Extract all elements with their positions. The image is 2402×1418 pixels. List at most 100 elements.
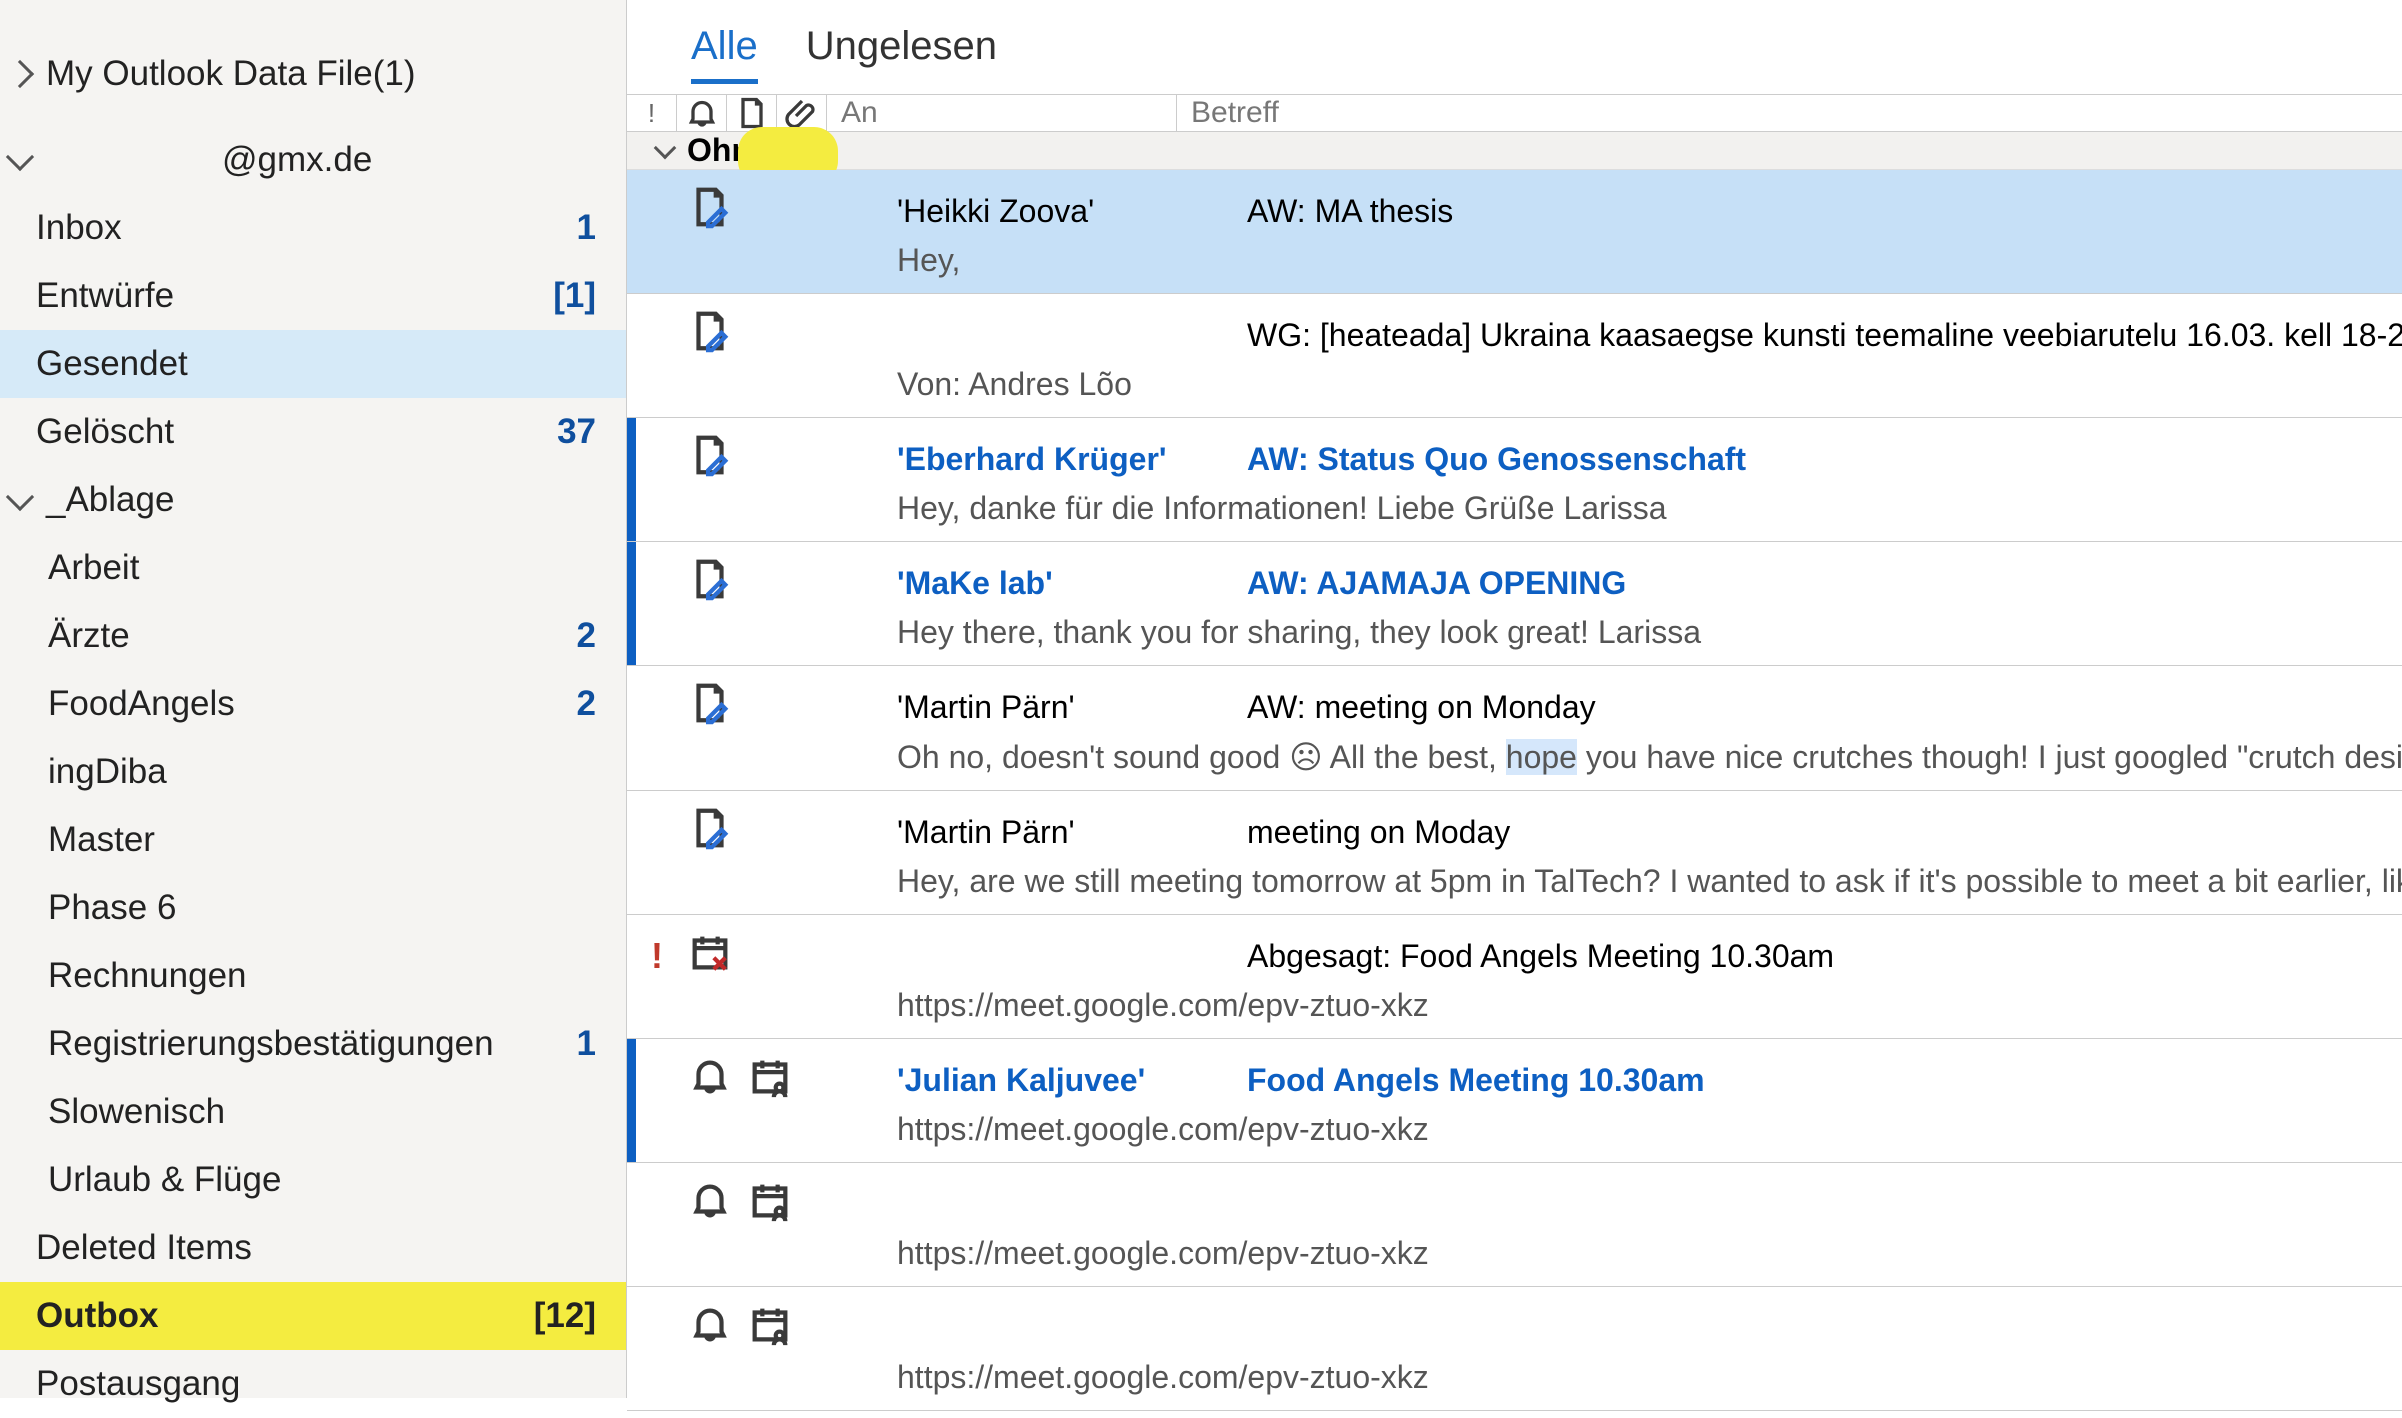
message-to: 'Heikki Zoova' xyxy=(897,193,1247,230)
message-preview: https://meet.google.com/epv-ztuo-xkz xyxy=(627,987,2402,1024)
draft-icon xyxy=(687,308,733,362)
row-icons xyxy=(687,1053,837,1107)
subfolder-count: 2 xyxy=(577,616,596,656)
row-icons xyxy=(687,805,837,859)
deleted-items-row[interactable]: Deleted Items xyxy=(0,1214,626,1282)
col-attachment[interactable] xyxy=(777,95,827,131)
subfolder-row[interactable]: FoodAngels2 xyxy=(0,670,626,738)
message-list-pane: Alle Ungelesen ! An Betreff xyxy=(627,0,2402,1398)
col-icon[interactable] xyxy=(727,95,777,131)
tab-unread[interactable]: Ungelesen xyxy=(806,24,997,84)
tab-all[interactable]: Alle xyxy=(691,24,758,84)
subfolder-row[interactable]: Slowenisch xyxy=(0,1078,626,1146)
subfolder-row[interactable]: Rechnungen xyxy=(0,942,626,1010)
message-to: 'Martin Pärn' xyxy=(897,814,1247,851)
message-row[interactable]: https://meet.google.com/epv-ztuo-xkz xyxy=(627,1163,2402,1287)
calendar-people-icon xyxy=(747,1177,793,1231)
subfolder-row[interactable]: Ärzte2 xyxy=(0,602,626,670)
folder-label: Entwürfe xyxy=(36,276,174,316)
message-row[interactable]: 'Julian Kaljuvee'Food Angels Meeting 10.… xyxy=(627,1039,2402,1163)
col-importance[interactable]: ! xyxy=(627,95,677,131)
col-subject[interactable]: Betreff xyxy=(1177,96,2402,130)
message-row[interactable]: ! Abgesagt: Food Angels Meeting 10.30am h… xyxy=(627,915,2402,1039)
message-row[interactable]: 'Martin Pärn'AW: meeting on MondayOh no,… xyxy=(627,666,2402,791)
message-subject: AW: meeting on Monday xyxy=(1247,689,2402,726)
subfolder-row[interactable]: ingDiba xyxy=(0,738,626,806)
account-row[interactable]: @gmx.de xyxy=(0,126,626,194)
draft-icon xyxy=(687,680,733,734)
calendar-people-icon xyxy=(747,1301,793,1355)
subfolder-label: Urlaub & Flüge xyxy=(48,1160,281,1200)
row-icons xyxy=(687,184,837,238)
outbox-label: Outbox xyxy=(36,1296,158,1336)
folder-count: 1 xyxy=(577,208,596,248)
row-icons xyxy=(687,556,837,610)
folder-label: Inbox xyxy=(36,208,122,248)
subfolder-label: Rechnungen xyxy=(48,956,247,996)
group-header[interactable]: Ohne xyxy=(627,132,2402,170)
draft-icon xyxy=(687,432,733,486)
bell-icon xyxy=(684,95,720,131)
calendar-people-icon xyxy=(747,1053,793,1107)
row-icons xyxy=(687,680,837,734)
col-reminder[interactable] xyxy=(677,95,727,131)
draft-icon xyxy=(687,805,733,859)
folder-count: 37 xyxy=(557,412,596,452)
subfolder-count: 1 xyxy=(577,1024,596,1064)
message-row[interactable]: 'Martin Pärn'meeting on ModayHey, are we… xyxy=(627,791,2402,915)
data-file-row[interactable]: My Outlook Data File(1) xyxy=(0,40,626,108)
message-subject: AW: AJAMAJA OPENING xyxy=(1247,565,2402,602)
subfolder-row[interactable]: Registrierungsbestätigungen1 xyxy=(0,1010,626,1078)
folder-count: [1] xyxy=(553,276,596,316)
folder-row[interactable]: Gelöscht37 xyxy=(0,398,626,466)
message-preview: https://meet.google.com/epv-ztuo-xkz xyxy=(627,1111,2402,1148)
draft-icon xyxy=(687,556,733,610)
message-row[interactable]: 'Heikki Zoova'AW: MA thesisHey, xyxy=(627,170,2402,294)
calendar-cancel-icon xyxy=(687,929,733,983)
row-icons xyxy=(687,432,837,486)
row-icons xyxy=(687,1301,837,1355)
subfolder-label: Phase 6 xyxy=(48,888,176,928)
folder-row[interactable]: Inbox 1 xyxy=(0,194,626,262)
postausgang-label: Postausgang xyxy=(36,1364,240,1404)
subfolder-row[interactable]: Arbeit xyxy=(0,534,626,602)
subfolder-row[interactable]: Phase 6 xyxy=(0,874,626,942)
message-preview: Hey there, thank you for sharing, they l… xyxy=(627,614,2402,651)
subfolder-label: Arbeit xyxy=(48,548,139,588)
subfolder-row[interactable]: Master xyxy=(0,806,626,874)
message-row[interactable]: 'MaKe lab'AW: AJAMAJA OPENINGHey there, … xyxy=(627,542,2402,666)
message-subject: AW: Status Quo Genossenschaft xyxy=(1247,441,2402,478)
search-highlight: hope xyxy=(1506,739,1577,775)
message-list: 'Heikki Zoova'AW: MA thesisHey, WG: [hea… xyxy=(627,170,2402,1411)
message-row[interactable]: 'Eberhard Krüger'AW: Status Quo Genossen… xyxy=(627,418,2402,542)
message-preview: Von: Andres Lõo xyxy=(627,366,2402,403)
folder-row[interactable]: Gesendet xyxy=(0,330,626,398)
chevron-down-icon xyxy=(6,143,34,171)
bell-icon xyxy=(687,1053,733,1107)
importance-flag: ! xyxy=(627,935,687,977)
subfolder-label: Master xyxy=(48,820,155,860)
page-icon xyxy=(734,95,770,131)
col-to[interactable]: An xyxy=(827,95,1177,131)
ablage-row[interactable]: _Ablage xyxy=(0,466,626,534)
message-subject: Abgesagt: Food Angels Meeting 10.30am xyxy=(1247,938,2402,975)
subfolder-label: Slowenisch xyxy=(48,1092,225,1132)
message-to: 'Eberhard Krüger' xyxy=(897,441,1247,478)
subfolder-count: 2 xyxy=(577,684,596,724)
subfolder-label: ingDiba xyxy=(48,752,167,792)
message-preview: Hey, are we still meeting tomorrow at 5p… xyxy=(627,863,2402,900)
account-label: @gmx.de xyxy=(222,140,372,180)
row-icons xyxy=(687,308,837,362)
folder-row[interactable]: Entwürfe [1] xyxy=(0,262,626,330)
bell-icon xyxy=(687,1177,733,1231)
message-to: 'Julian Kaljuvee' xyxy=(897,1062,1247,1099)
chevron-down-icon xyxy=(6,483,34,511)
draft-icon xyxy=(687,184,733,238)
message-row[interactable]: https://meet.google.com/epv-ztuo-xkz xyxy=(627,1287,2402,1411)
message-preview: https://meet.google.com/epv-ztuo-xkz xyxy=(627,1235,2402,1272)
subfolder-row[interactable]: Urlaub & Flüge xyxy=(0,1146,626,1214)
outbox-row[interactable]: Outbox [12] xyxy=(0,1282,626,1350)
chevron-right-icon xyxy=(6,60,34,88)
postausgang-row[interactable]: Postausgang xyxy=(0,1350,626,1418)
message-row[interactable]: WG: [heateada] Ukraina kaasaegse kunsti … xyxy=(627,294,2402,418)
